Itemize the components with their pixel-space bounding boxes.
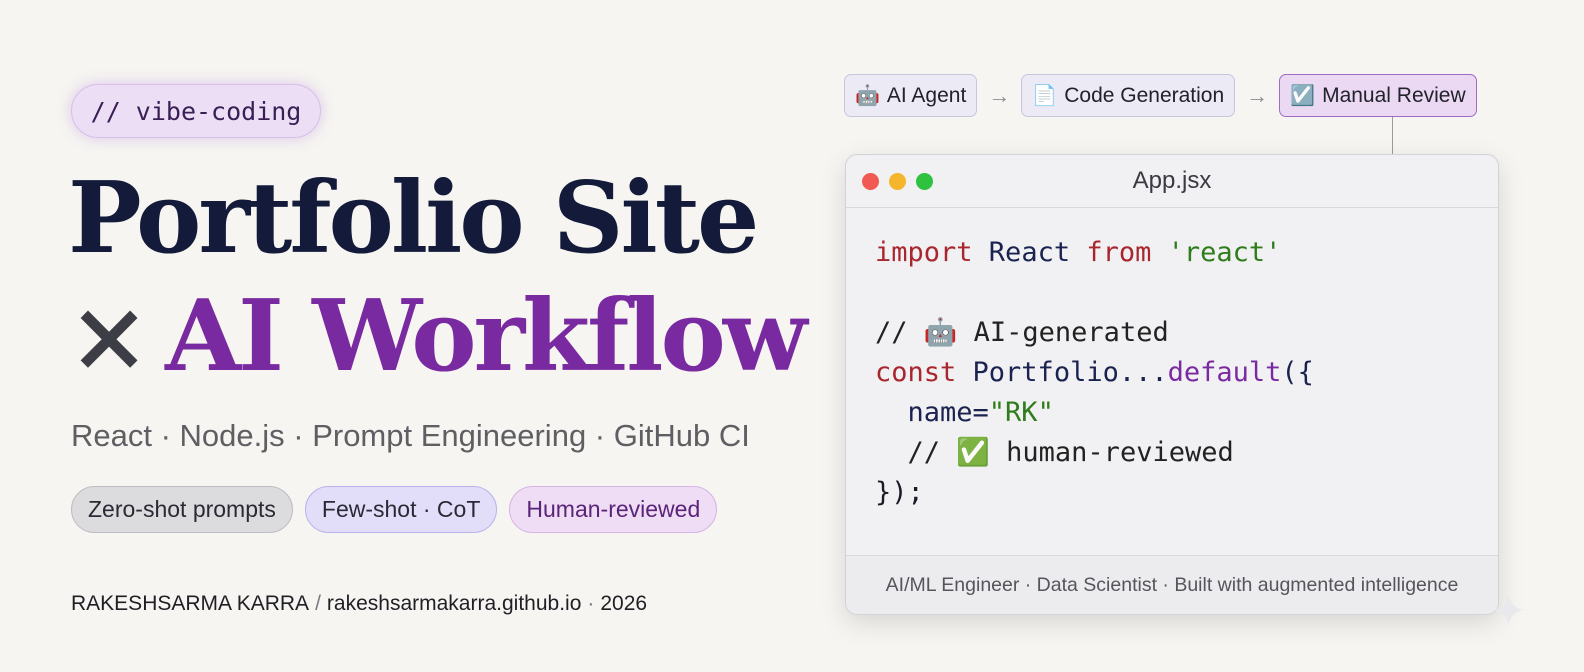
code-comment: // ✅ human-reviewed — [875, 437, 1234, 468]
window-filename: App.jsx — [1132, 167, 1212, 194]
code-string: 'react' — [1151, 237, 1282, 268]
code-keyword: const — [875, 357, 957, 388]
checkbox-icon: ☑️ — [1290, 85, 1316, 107]
code-keyword: from — [1086, 237, 1152, 268]
code-attribute: name= — [875, 397, 989, 428]
times-symbol: × — [68, 279, 150, 394]
arrow-right-icon: → — [1246, 82, 1269, 108]
flow-label: Manual Review — [1322, 83, 1466, 107]
code-string: "RK" — [988, 397, 1054, 428]
code-line: import React from 'react' — [875, 233, 1314, 273]
code-line: name="RK" — [875, 393, 1314, 433]
pill-human-reviewed: Human-reviewed — [509, 486, 718, 533]
code-punctuation: ({ — [1281, 357, 1314, 388]
flow-node-manual-review: ☑️ Manual Review — [1279, 74, 1477, 117]
tech-stack: React · Node.js · Prompt Engineering · G… — [71, 418, 750, 453]
window-footer: AI/ML Engineer · Data Scientist · Built … — [846, 555, 1498, 614]
code-block: import React from 'react' // 🤖 AI-genera… — [875, 233, 1314, 513]
title-highlight: AI Workflow — [165, 279, 807, 394]
pill-few-shot: Few-shot · CoT — [304, 486, 498, 533]
code-line: const Portfolio...default({ — [875, 353, 1314, 393]
robot-icon: 🤖 — [855, 85, 880, 107]
document-icon: 📄 — [1032, 85, 1058, 107]
code-identifier: Portfolio... — [956, 357, 1168, 388]
close-button[interactable] — [862, 173, 879, 190]
code-function: default — [1167, 357, 1282, 388]
code-identifier: React — [972, 237, 1087, 268]
flow-label: AI Agent — [886, 83, 967, 107]
code-comment: // 🤖 AI-generated — [875, 317, 1169, 348]
workflow-pipeline: 🤖 AI Agent → 📄 Code Generation → ☑️ Manual … — [844, 74, 1477, 117]
flow-label: Code Generation — [1064, 83, 1225, 107]
title-line-1: Portfolio Site — [68, 161, 759, 276]
flow-node-code-generation: 📄 Code Generation — [1021, 74, 1236, 117]
window-titlebar: App.jsx — [846, 155, 1498, 208]
vibe-coding-tag: // vibe-coding — [71, 84, 321, 138]
author-site[interactable]: rakeshsarmakarra.github.io — [327, 592, 581, 615]
footer-year: 2026 — [600, 592, 648, 615]
connector-line — [1392, 117, 1393, 154]
footer-dot: · — [587, 592, 595, 615]
flow-node-ai-agent: 🤖 AI Agent — [844, 74, 978, 117]
pill-zero-shot: Zero-shot prompts — [71, 486, 293, 533]
author-name: RAKESHSARMA KARRA — [71, 592, 310, 615]
window-controls — [862, 173, 933, 190]
code-editor-window: App.jsx import React from 'react' // 🤖 A… — [845, 154, 1499, 615]
sparkle-icon: ✦ — [1490, 587, 1527, 636]
author-footer: RAKESHSARMA KARRA / rakeshsarmakarra.githu… — [71, 592, 647, 616]
feature-pills: Zero-shot prompts Few-shot · CoT Human-r… — [71, 486, 718, 533]
code-line: }); — [875, 477, 924, 508]
footer-slash: / — [315, 592, 321, 615]
arrow-right-icon: → — [988, 82, 1011, 108]
minimize-button[interactable] — [889, 173, 906, 190]
maximize-button[interactable] — [916, 173, 933, 190]
code-keyword: import — [875, 237, 973, 268]
title-line-2: × AI Workflow — [68, 288, 807, 386]
